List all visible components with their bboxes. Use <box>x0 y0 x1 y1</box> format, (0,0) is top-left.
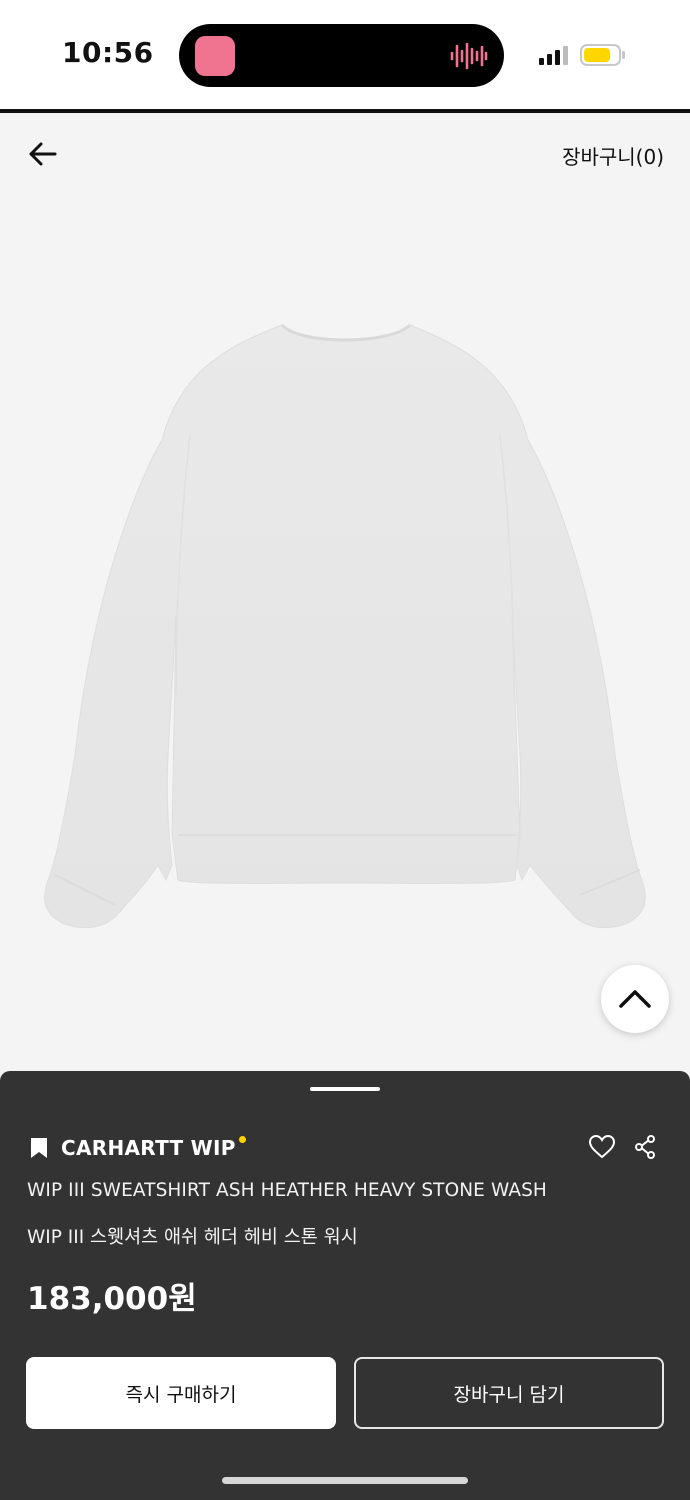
audio-wave-icon <box>450 42 488 70</box>
sweatshirt-image <box>44 323 646 929</box>
chevron-up-icon <box>619 990 651 1008</box>
heart-icon[interactable] <box>589 1135 615 1159</box>
top-nav: 장바구니(0) <box>0 113 690 195</box>
cart-link[interactable]: 장바구니(0) <box>562 141 664 170</box>
arrow-left-icon[interactable] <box>26 139 60 169</box>
signal-icon <box>539 46 568 65</box>
dynamic-island[interactable] <box>179 24 504 87</box>
buy-now-button[interactable]: 즉시 구매하기 <box>26 1357 336 1429</box>
product-title-en: WIP III SWEATSHIRT ASH HEATHER HEAVY STO… <box>27 1180 547 1201</box>
battery-icon <box>580 44 625 66</box>
home-indicator[interactable] <box>222 1477 468 1484</box>
buy-now-label: 즉시 구매하기 <box>125 1383 237 1406</box>
scroll-top-button[interactable] <box>601 965 669 1033</box>
bookmark-icon <box>31 1138 47 1158</box>
brand-name: CARHARTT WIP <box>61 1136 236 1160</box>
status-bar: 10:56 <box>0 0 690 113</box>
product-detail-screen: 10:56 장바구니(0) CARHARTT WIP WIP III SWEAT… <box>0 0 690 1500</box>
add-to-cart-label: 장바구니 담기 <box>453 1383 565 1406</box>
product-image[interactable] <box>0 195 690 1071</box>
sheet-handle[interactable] <box>310 1087 380 1091</box>
brand-badge-dot <box>238 1135 246 1143</box>
product-info-sheet: CARHARTT WIP WIP III SWEATSHIRT ASH HEAT… <box>0 1071 690 1500</box>
add-to-cart-button[interactable]: 장바구니 담기 <box>354 1357 664 1429</box>
brand-row[interactable]: CARHARTT WIP <box>30 1133 246 1163</box>
app-icon <box>195 36 235 76</box>
share-icon[interactable] <box>634 1135 656 1159</box>
product-price: 183,000원 <box>27 1281 197 1317</box>
product-title-ko: WIP III 스웻셔츠 애쉬 헤더 헤비 스톤 워시 <box>27 1227 358 1248</box>
status-time: 10:56 <box>62 36 154 69</box>
